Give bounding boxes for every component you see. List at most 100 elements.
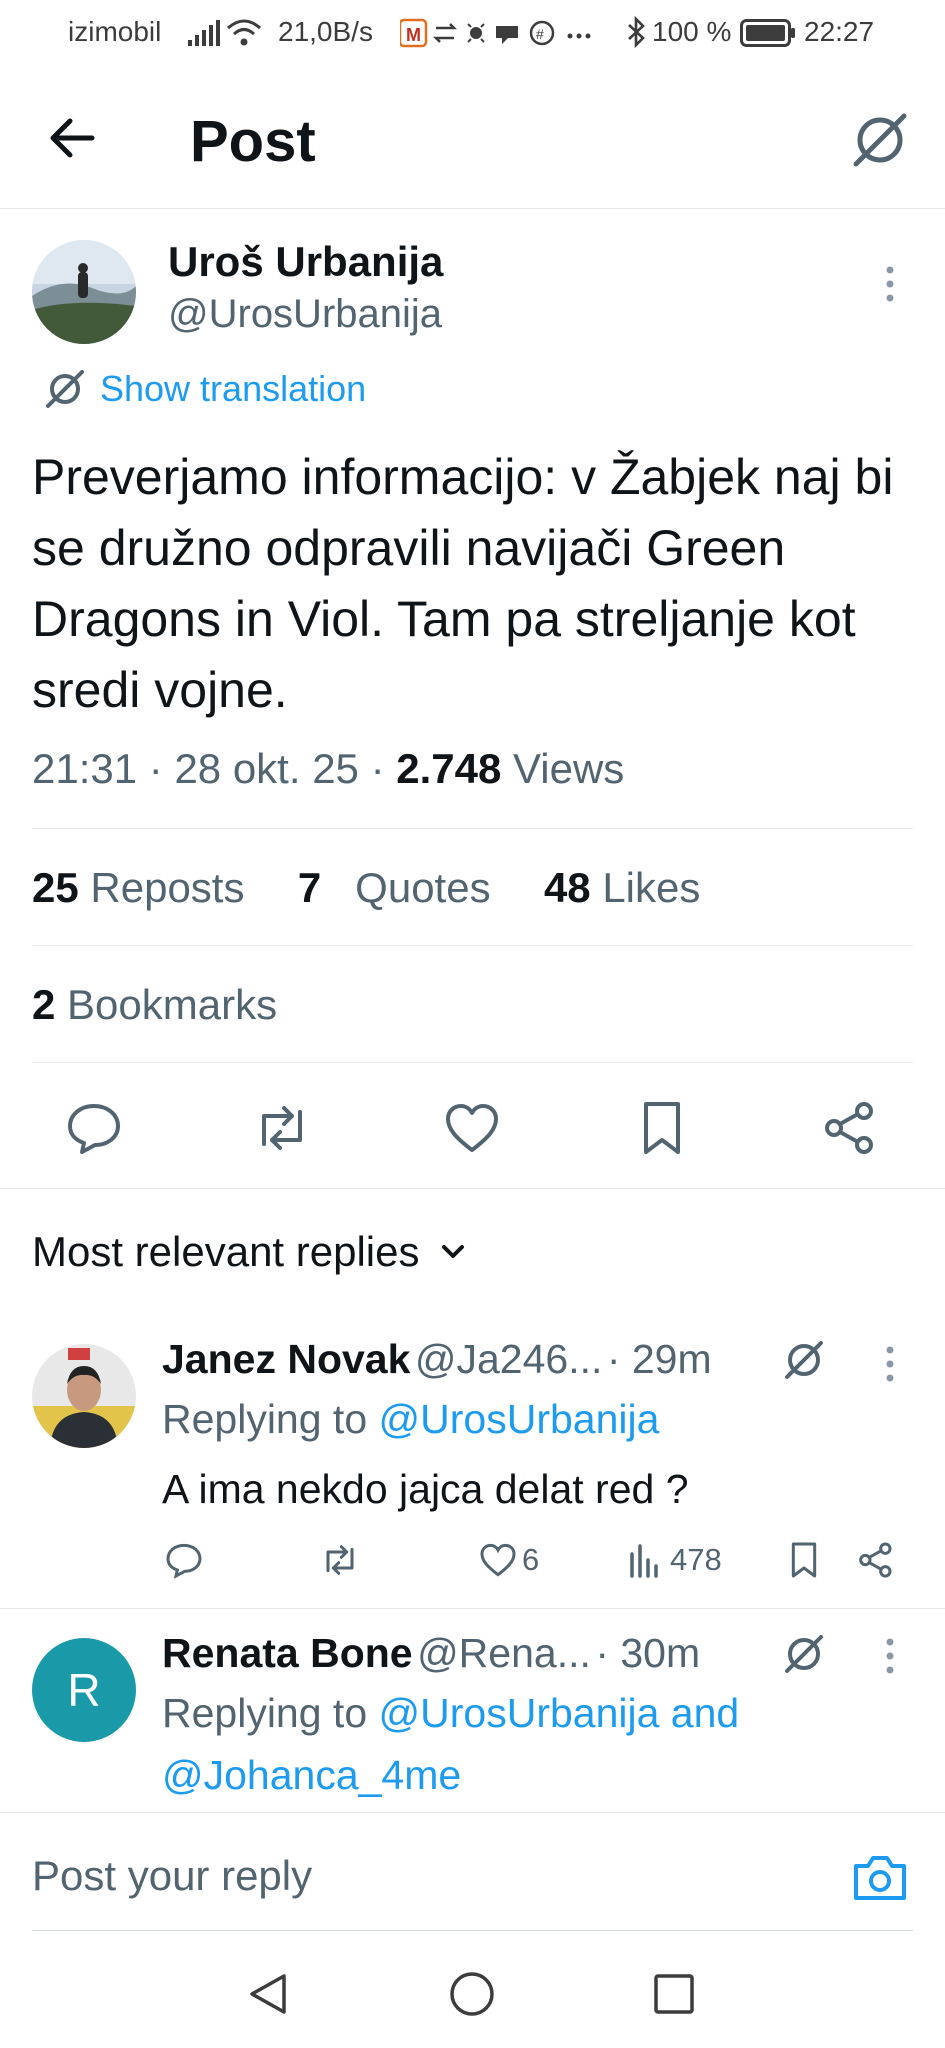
replying-to-link[interactable]: @UrosUrbanija and [379,1690,740,1736]
author-name[interactable]: Uroš Urbanija [168,238,443,286]
status-bar: izimobil 21,0B/s M # 100 % 22:27 [0,0,945,68]
bookmarks-stat[interactable]: 2 Bookmarks [32,981,277,1029]
more-vertical-icon [886,266,894,302]
nav-recents-icon[interactable] [650,1970,698,2018]
svg-text:#: # [536,26,544,42]
reply-repost-button[interactable] [320,1540,360,1580]
reply-more-button[interactable] [880,1636,900,1676]
reposts-stat[interactable]: 25 Reposts [32,864,244,911]
divider [32,828,913,829]
heart-icon [480,1543,516,1577]
post-meta: 21:31 · 28 okt. 25 · 2.748 Views [32,745,625,792]
replying-to-link[interactable]: @Johanca_4me [162,1752,461,1799]
bookmark-icon [644,1102,680,1154]
more-vertical-icon [886,1638,894,1674]
page-title: Post [190,109,316,174]
quotes-stat[interactable]: 7 Quotes [298,864,491,911]
app-notification-icons: M # [400,18,591,48]
views-chart-icon [630,1544,658,1578]
share-icon [825,1102,873,1154]
reply-author-handle[interactable]: @Ja246... [415,1336,603,1382]
avatar-person-image [32,1344,136,1448]
svg-text:M: M [406,25,421,45]
reply-bookmark-button[interactable] [784,1540,824,1580]
arrow-left-icon [50,118,95,158]
reply-icon [68,1104,120,1154]
reply-header: Renata Bone @Rena... · 30m [162,1630,700,1677]
replying-to-line: Replying to @UrosUrbanija [162,1396,660,1442]
divider [0,1188,945,1189]
post-date[interactable]: 28 okt. 25 [174,745,358,792]
reply-like-count: 6 [522,1542,540,1577]
camera-icon [854,1856,906,1900]
clock: 22:27 [804,16,875,47]
reply-avatar[interactable]: R [32,1638,136,1742]
author-handle[interactable]: @UrosUrbanija [168,292,442,337]
reply-icon [166,1543,202,1579]
header-divider [0,208,945,209]
more-options-button[interactable] [880,264,900,304]
post-time[interactable]: 21:31 [32,745,137,792]
avatar-landscape-image [32,240,136,344]
signal-icon [188,20,220,46]
reply-author-name[interactable]: Janez Novak [162,1336,410,1382]
nav-home-icon[interactable] [448,1970,496,2018]
avatar-letter: R [67,1664,101,1716]
show-translation-label: Show translation [100,368,367,409]
reply-time[interactable]: · 30m [595,1630,700,1676]
nav-back-icon[interactable] [244,1970,292,2018]
reply-more-button[interactable] [880,1344,900,1384]
replying-to-line: Replying to @UrosUrbanija and [162,1690,740,1736]
reply-grok-button[interactable] [782,1632,826,1676]
reply-author-name[interactable]: Renata Bone [162,1630,413,1676]
repost-icon [262,1106,302,1150]
engagement-stats: 25 Reposts 7 Quotes 48 Likes [32,864,700,912]
share-icon [859,1542,892,1578]
back-button[interactable] [44,108,104,168]
more-vertical-icon [886,1346,894,1382]
chevron-down-icon [441,1245,464,1258]
reply-author-handle[interactable]: @Rena... [417,1630,591,1676]
author-avatar[interactable] [32,240,136,344]
views-label: Views [513,745,625,792]
reply-views-button[interactable]: 478 [628,1540,722,1580]
repost-icon [326,1545,354,1575]
battery-percent: 100 % [652,16,732,47]
grok-button[interactable] [850,110,910,170]
camera-button[interactable] [852,1852,908,1902]
replies-sort-dropdown[interactable]: Most relevant replies [32,1228,468,1276]
bluetooth-icon [628,16,645,48]
reply-share-button[interactable] [856,1540,896,1580]
reply-time[interactable]: · 29m [607,1336,712,1382]
network-speed: 21,0B/s [278,16,373,47]
bookmark-button[interactable] [632,1098,692,1158]
reply-input[interactable]: Post your reply [32,1852,312,1900]
divider [0,1608,945,1609]
replies-heading-label: Most relevant replies [32,1228,420,1275]
post-text: Preverjamo informacijo: v Žabjek naj bi … [32,449,894,718]
share-button[interactable] [820,1098,880,1158]
grok-icon [785,1341,823,1379]
grok-icon [46,370,84,408]
divider [32,945,913,946]
divider [32,1930,913,1931]
reply-comment-button[interactable] [164,1540,204,1580]
repost-button[interactable] [252,1098,312,1158]
grok-icon [853,113,907,167]
reply-avatar[interactable] [32,1344,136,1448]
likes-stat[interactable]: 48 Likes [544,864,700,911]
reply-like-button[interactable]: 6 [478,1540,539,1580]
reply-views-count: 478 [670,1542,722,1577]
battery-icon [740,19,795,47]
replying-to-link[interactable]: @UrosUrbanija [379,1396,660,1442]
reply-text: A ima nekdo jajca delat red ? [162,1466,689,1512]
bookmark-icon [791,1542,817,1578]
heart-icon [446,1104,498,1152]
views-count: 2.748 [396,745,502,792]
show-translation-link[interactable]: Show translation [44,368,366,410]
system-nav-bar [0,1940,945,2048]
reply-button[interactable] [64,1098,124,1158]
reply-grok-button[interactable] [782,1338,826,1382]
like-button[interactable] [442,1098,502,1158]
carrier-label: izimobil [68,16,162,47]
